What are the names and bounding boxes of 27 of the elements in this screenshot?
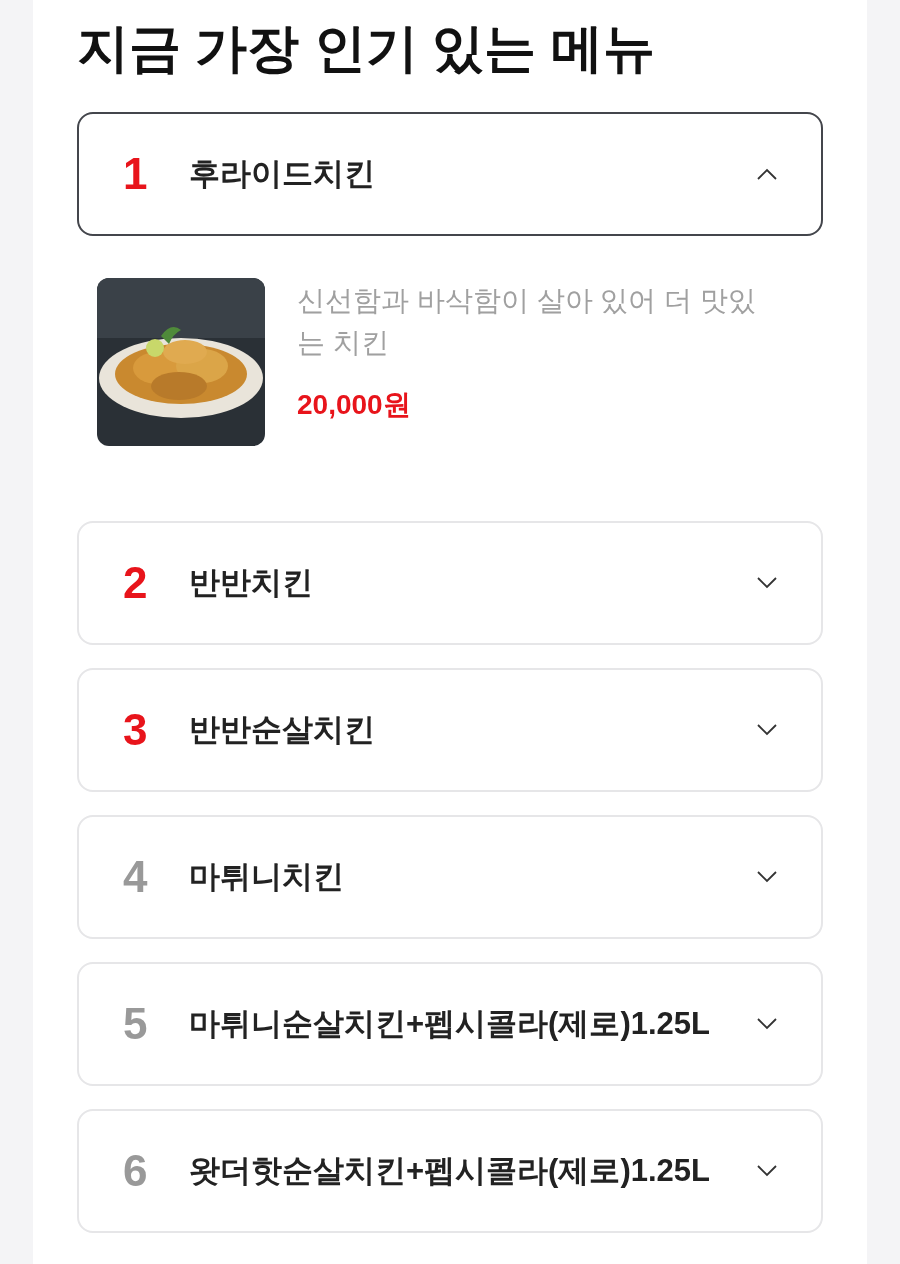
rank-number: 6 (123, 1145, 149, 1197)
menu-name: 왓더핫순살치킨+펩시콜라(제로)1.25L (189, 1151, 712, 1190)
menu-accordion-item[interactable]: 2 반반치킨 (77, 521, 823, 645)
menu-name: 반반치킨 (189, 563, 314, 602)
rank-number: 3 (123, 704, 149, 756)
rank-number: 5 (123, 998, 149, 1050)
menu-accordion-item[interactable]: 1 후라이드치킨 (77, 112, 823, 236)
chevron-down-icon (757, 577, 777, 589)
menu-name: 마튀니순살치킨+펩시콜라(제로)1.25L (189, 1004, 712, 1043)
section-title: 지금 가장 인기 있는 메뉴 (77, 18, 656, 79)
menu-price: 20,000원 (297, 388, 412, 422)
chevron-up-icon (757, 168, 777, 180)
chevron-down-icon (757, 724, 777, 736)
menu-description: 신선함과 바삭함이 살아 있어 더 맛있는 치킨 (297, 284, 757, 360)
rank-number: 1 (123, 148, 149, 200)
rank-number: 2 (123, 557, 149, 609)
menu-accordion-item[interactable]: 6 왓더핫순살치킨+펩시콜라(제로)1.25L (77, 1109, 823, 1233)
menu-accordion-item[interactable]: 3 반반순살치킨 (77, 668, 823, 792)
menu-accordion-item[interactable]: 5 마튀니순살치킨+펩시콜라(제로)1.25L (77, 962, 823, 1086)
menu-name: 마튀니치킨 (189, 857, 345, 896)
menu-name: 후라이드치킨 (189, 154, 376, 193)
menu-name: 반반순살치킨 (189, 710, 376, 749)
chevron-down-icon (757, 871, 777, 883)
rank-number: 4 (123, 851, 149, 903)
menu-accordion-item[interactable]: 4 마튀니치킨 (77, 815, 823, 939)
chevron-down-icon (757, 1165, 777, 1177)
chevron-down-icon (757, 1018, 777, 1030)
